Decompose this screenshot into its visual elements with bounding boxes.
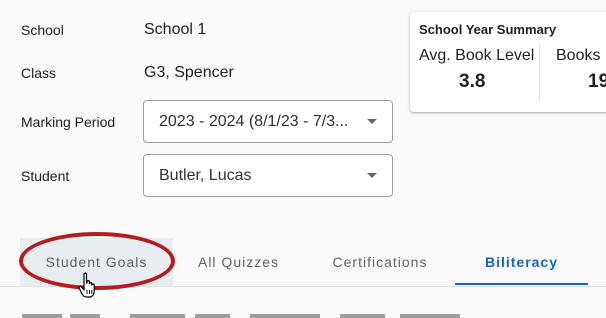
student-label: Student <box>21 168 70 184</box>
student-value: Butler, Lucas <box>159 166 252 184</box>
dropdown-caret-icon <box>367 119 377 124</box>
avg-book-level-label: Avg. Book Level <box>419 47 535 64</box>
books-label: Books <box>556 47 601 64</box>
marking-period-value: 2023 - 2024 (8/1/23 - 7/3... <box>159 112 349 130</box>
school-value: School 1 <box>144 21 207 38</box>
avg-book-level-value: 3.8 <box>459 71 486 92</box>
dropdown-caret-icon <box>367 173 377 178</box>
marking-period-label: Marking Period <box>21 114 116 130</box>
summary-divider <box>539 44 540 102</box>
marking-period-select[interactable]: 2023 - 2024 (8/1/23 - 7/3... <box>143 100 393 143</box>
school-year-summary-card: School Year Summary Avg. Book Level 3.8 … <box>410 12 606 112</box>
active-tab-indicator <box>455 283 588 285</box>
student-select[interactable]: Butler, Lucas <box>143 154 393 197</box>
school-label: School <box>21 22 64 38</box>
summary-title: School Year Summary <box>419 22 557 37</box>
books-value: 19 <box>588 71 606 92</box>
tab-certifications[interactable]: Certifications <box>315 238 445 286</box>
tab-biliteracy[interactable]: Biliteracy <box>455 238 588 286</box>
class-value: G3, Spencer <box>144 64 234 81</box>
cut-off-content <box>22 314 460 318</box>
tab-all-quizzes[interactable]: All Quizzes <box>176 238 301 286</box>
class-label: Class <box>21 65 57 81</box>
hand-cursor-icon <box>78 272 95 298</box>
